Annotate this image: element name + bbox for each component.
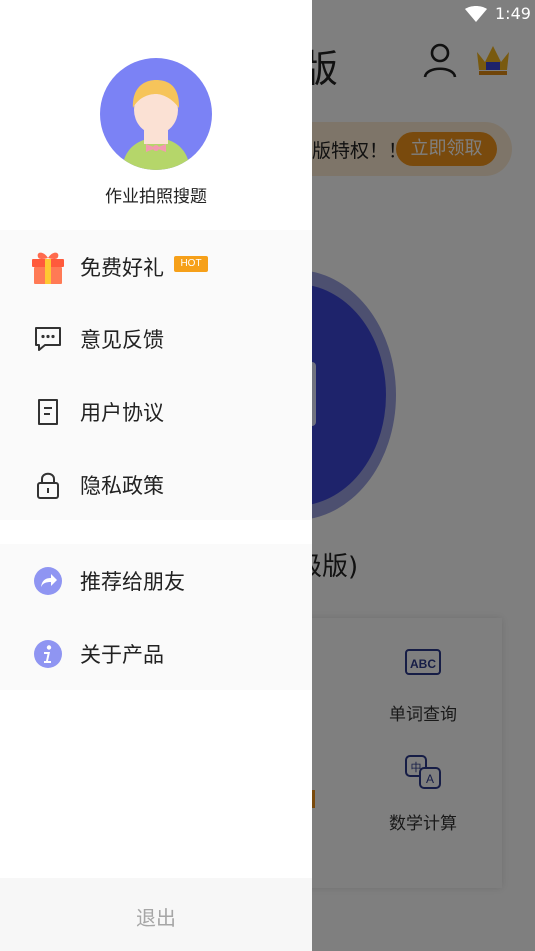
menu-label-feedback: 意见反馈 <box>80 328 164 352</box>
navigation-drawer: 作业拍照搜题 免费好礼 HOT 意见反馈 用户协议 隐私政策 推荐给朋友 关于产… <box>0 0 312 951</box>
info-icon <box>29 635 67 673</box>
profile-header: 作业拍照搜题 <box>0 0 312 230</box>
menu-label-about: 关于产品 <box>80 643 164 667</box>
avatar[interactable] <box>100 58 212 170</box>
logout-button[interactable]: 退出 <box>0 878 312 951</box>
menu-item-user-agreement[interactable]: 用户协议 <box>0 375 312 447</box>
menu-group-secondary: 推荐给朋友 关于产品 <box>0 544 312 690</box>
wifi-icon <box>465 6 487 22</box>
menu-label-user-agreement: 用户协议 <box>80 401 164 425</box>
menu-label-privacy-policy: 隐私政策 <box>80 474 164 498</box>
menu-label-free-gift: 免费好礼 <box>80 256 164 280</box>
menu-item-privacy-policy[interactable]: 隐私政策 <box>0 448 312 520</box>
logout-label: 退出 <box>136 906 176 930</box>
gift-icon <box>29 248 67 286</box>
status-bar: 1:49 <box>312 0 535 28</box>
menu-item-recommend[interactable]: 推荐给朋友 <box>0 544 312 616</box>
document-icon <box>29 393 67 431</box>
menu-item-about[interactable]: 关于产品 <box>0 617 312 689</box>
menu-item-free-gift[interactable]: 免费好礼 HOT <box>0 230 312 302</box>
app-name: 作业拍照搜题 <box>105 187 207 207</box>
avatar-illustration <box>122 80 190 170</box>
status-time: 1:49 <box>495 4 531 23</box>
menu-item-feedback[interactable]: 意见反馈 <box>0 302 312 374</box>
lock-icon <box>29 466 67 504</box>
share-icon <box>29 562 67 600</box>
menu-group-main: 免费好礼 HOT 意见反馈 用户协议 隐私政策 <box>0 230 312 520</box>
hot-badge: HOT <box>174 256 208 272</box>
menu-label-recommend: 推荐给朋友 <box>80 570 185 594</box>
chat-feedback-icon <box>29 320 67 358</box>
